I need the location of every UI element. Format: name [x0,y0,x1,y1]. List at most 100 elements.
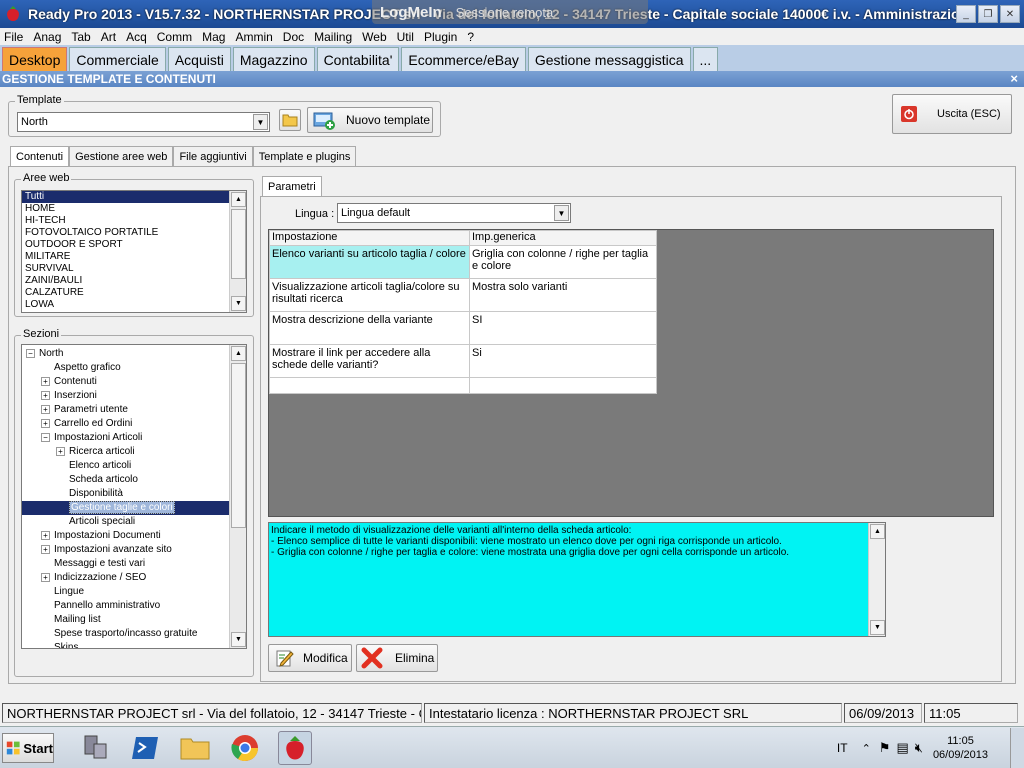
menu-web[interactable]: Web [362,30,386,44]
tree-item[interactable]: Articoli speciali [22,515,246,529]
scroll-thumb[interactable] [231,363,246,528]
tree-item[interactable]: Messaggi e testi vari [22,557,246,571]
description-box[interactable]: Indicare il metodo di visualizzazione de… [268,522,886,637]
menu-tab[interactable]: Tab [71,30,90,44]
aree-web-scrollbar[interactable]: ▲ ▼ [229,191,246,312]
menu-util[interactable]: Util [397,30,414,44]
tab-desktop[interactable]: Desktop [2,47,68,71]
list-item[interactable]: CALZATURE [22,287,246,299]
tab-ecommerce[interactable]: Ecommerce/eBay [401,47,526,71]
table-cell[interactable]: Griglia con colonne / righe per taglia e… [469,245,657,279]
close-button[interactable]: ✕ [1000,5,1020,23]
tree-item[interactable]: − North [22,347,246,361]
table-row[interactable]: Mostrare il link per accedere alla sched… [269,344,657,378]
tree-item[interactable]: Aspetto grafico [22,361,246,375]
table-cell[interactable]: Elenco varianti su articolo taglia / col… [269,245,470,279]
section-close-icon[interactable]: × [1010,71,1018,86]
tree-item[interactable]: Disponibilità [22,487,246,501]
tab-more[interactable]: ... [692,47,719,71]
table-cell[interactable] [469,377,657,394]
tree-item[interactable]: + Carrello ed Ordini [22,417,246,431]
show-desktop-button[interactable] [1010,728,1024,768]
modifica-button[interactable]: Modifica [268,644,352,672]
tree-item[interactable]: + Contenuti [22,375,246,389]
menu-comm[interactable]: Comm [157,30,192,44]
expand-icon[interactable]: + [41,544,50,554]
scroll-down-icon[interactable]: ▼ [231,296,246,311]
list-item[interactable]: MILITARE [22,251,246,263]
tree-item[interactable]: Spese trasporto/incasso gratuite [22,627,246,641]
scroll-down-icon[interactable]: ▼ [870,620,885,635]
table-cell[interactable]: Si [469,344,657,378]
expand-icon[interactable]: + [41,376,50,386]
table-cell[interactable]: Mostrare il link per accedere alla sched… [269,344,470,378]
start-button[interactable]: Start [2,733,54,763]
tree-item[interactable]: Lingue [22,585,246,599]
menu-mailing[interactable]: Mailing [314,30,352,44]
column-header-impostazione[interactable]: Impostazione [269,230,470,246]
minimize-button[interactable]: _ [956,5,976,23]
tree-item[interactable]: Gestione taglie e colori [22,501,246,515]
tree-item[interactable]: − Impostazioni Articoli [22,431,246,445]
maximize-button[interactable]: ❐ [978,5,998,23]
menu-mag[interactable]: Mag [202,30,225,44]
scroll-up-icon[interactable]: ▲ [231,346,246,361]
column-header-generica[interactable]: Imp.generica [469,230,657,246]
collapse-icon[interactable]: − [41,432,50,442]
table-cell[interactable]: SI [469,311,657,345]
table-cell[interactable] [269,377,470,394]
table-cell[interactable]: Mostra solo varianti [469,278,657,312]
tab-contabilita[interactable]: Contabilita' [316,47,400,71]
tab-magazzino[interactable]: Magazzino [232,47,315,71]
list-item[interactable]: LOWA [22,299,246,311]
menu-ammin[interactable]: Ammin [235,30,272,44]
menu-anag[interactable]: Anag [33,30,61,44]
list-item[interactable]: HOME [22,203,246,215]
scroll-thumb[interactable] [231,209,246,279]
list-item[interactable]: FOTOVOLTAICO PORTATILE [22,227,246,239]
tree-item[interactable]: + Ricerca articoli [22,445,246,459]
menu-acq[interactable]: Acq [126,30,147,44]
table-row[interactable]: Elenco varianti su articolo taglia / col… [269,245,657,279]
table-row[interactable]: Visualizzazione articoli taglia/colore s… [269,278,657,312]
scroll-down-icon[interactable]: ▼ [231,632,246,647]
chevron-down-icon[interactable]: ▼ [554,205,569,221]
list-item[interactable]: HI-TECH [22,215,246,227]
language-indicator[interactable]: IT [837,741,848,755]
tray-expand-icon[interactable]: ⌃ [862,742,871,755]
tree-item[interactable]: Scheda articolo [22,473,246,487]
expand-icon[interactable]: + [41,404,50,414]
sezioni-scrollbar[interactable]: ▲ ▼ [229,345,246,648]
menu-plugin[interactable]: Plugin [424,30,457,44]
subtab-file-aggiuntivi[interactable]: File aggiuntivi [173,146,253,166]
tab-messaggistica[interactable]: Gestione messaggistica [527,47,691,71]
file-explorer-icon[interactable] [178,731,212,765]
expand-icon[interactable]: + [56,446,65,456]
template-select[interactable]: North ▼ [17,112,270,132]
scroll-up-icon[interactable]: ▲ [231,192,246,207]
table-cell[interactable]: Visualizzazione articoli taglia/colore s… [269,278,470,312]
tab-parametri[interactable]: Parametri [262,176,322,196]
tray-clock[interactable]: 11:05 06/09/2013 [933,734,988,762]
tab-commerciale[interactable]: Commerciale [69,47,166,71]
network-app-icon[interactable] [78,731,112,765]
expand-icon[interactable]: + [41,418,50,428]
table-row[interactable]: Mostra descrizione della variante SI [269,311,657,345]
elimina-button[interactable]: Elimina [356,644,438,672]
powershell-icon[interactable] [128,731,162,765]
menu-art[interactable]: Art [101,30,116,44]
subtab-contenuti[interactable]: Contenuti [10,146,70,166]
tab-acquisti[interactable]: Acquisti [167,47,231,71]
open-folder-button[interactable] [279,109,301,131]
chevron-down-icon[interactable]: ▼ [253,114,268,130]
list-item[interactable]: OUTDOOR E SPORT [22,239,246,251]
table-cell[interactable]: Mostra descrizione della variante [269,311,470,345]
list-item[interactable]: Tutti [22,191,246,203]
menu-help[interactable]: ? [467,30,474,44]
expand-icon[interactable]: + [41,390,50,400]
exit-button[interactable]: Uscita (ESC) [892,94,1012,134]
scroll-up-icon[interactable]: ▲ [870,524,885,539]
menu-file[interactable]: File [4,30,23,44]
ready-pro-taskbar-icon[interactable] [278,731,312,765]
collapse-icon[interactable]: − [26,348,35,358]
